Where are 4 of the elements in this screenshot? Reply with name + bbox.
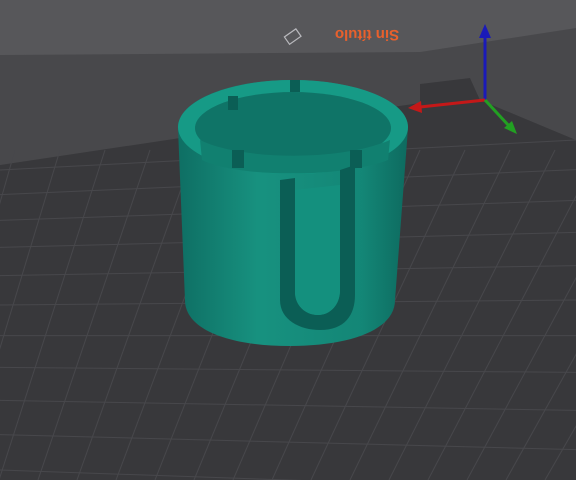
3d-viewport[interactable]: Sin título <box>0 0 576 480</box>
cup-model-drawing[interactable] <box>178 80 408 346</box>
plate-name[interactable]: Sin título <box>334 26 400 44</box>
edit-icon[interactable] <box>284 28 302 46</box>
